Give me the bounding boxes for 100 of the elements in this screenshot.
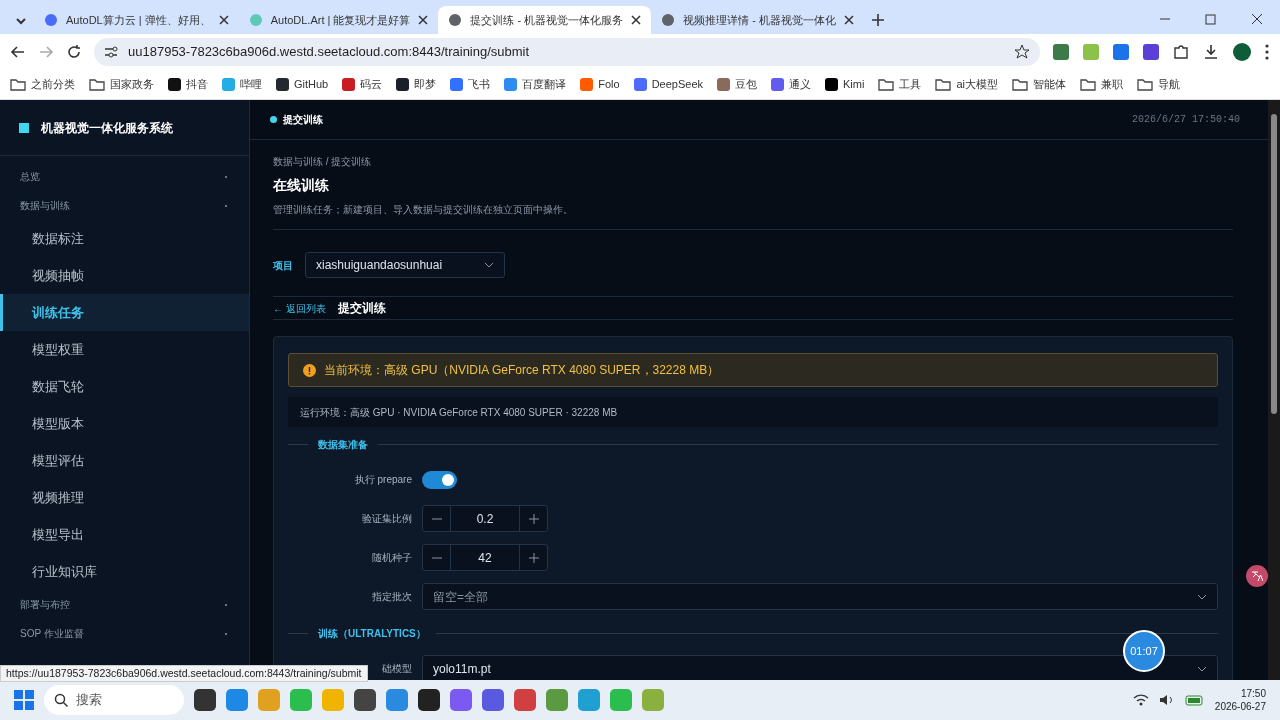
field-label: 指定批次 [371, 590, 412, 604]
close-icon[interactable] [631, 15, 642, 25]
more-icon[interactable] [1264, 43, 1270, 61]
app-icon[interactable] [194, 689, 216, 711]
browser-tab[interactable]: 视频推理详情 - 机器视觉一体化 [651, 6, 864, 34]
browser-tab[interactable]: AutoDL.Art | 能复现才是好算 [238, 6, 439, 34]
bookmark[interactable]: 导航 [1137, 76, 1180, 93]
sidebar-section[interactable]: 部署与布控 [20, 597, 70, 612]
bookmark[interactable]: ai大模型 [935, 76, 998, 93]
bookmark[interactable]: 之前分类 [10, 76, 75, 93]
bookmark[interactable]: DeepSeek [633, 76, 704, 93]
sidebar-section[interactable]: SOP 作业监督 [20, 626, 84, 641]
sidebar-item[interactable]: 训练任务 [0, 294, 249, 331]
close-icon[interactable] [418, 15, 429, 25]
sidebar-section[interactable]: 总览 [20, 169, 40, 184]
close-icon[interactable] [218, 15, 229, 25]
number-stepper[interactable]: 0.2 [422, 505, 548, 532]
download-icon[interactable] [1202, 43, 1220, 61]
bookmark[interactable]: 飞书 [450, 76, 491, 93]
warning-icon [303, 363, 316, 377]
sidebar-item[interactable]: 行业知识库 [0, 553, 249, 590]
bookmark[interactable]: 豆包 [717, 76, 758, 93]
taskbar-search[interactable]: 搜索 [44, 685, 184, 715]
folder-icon [1080, 78, 1096, 91]
battery-icon[interactable] [1184, 694, 1205, 706]
section-title: 训练（ULTRALYTICS） [318, 627, 426, 641]
folder-icon [89, 78, 105, 91]
sidebar-item[interactable]: 模型版本 [0, 405, 249, 442]
plus-icon [528, 514, 539, 525]
bookmark[interactable]: 哔哩 [222, 76, 262, 93]
sidebar-item[interactable]: 数据飞轮 [0, 368, 249, 405]
translate-icon [1251, 570, 1263, 582]
reload-icon[interactable] [66, 44, 82, 60]
field-label: 项目 [273, 258, 293, 273]
number-stepper[interactable]: 42 [422, 544, 548, 571]
sidebar-item[interactable]: 模型导出 [0, 516, 249, 553]
search-icon [54, 693, 68, 707]
bookmark[interactable]: 兼职 [1080, 76, 1123, 93]
bookmark[interactable]: 即梦 [396, 76, 437, 93]
bookmark[interactable]: GitHub [276, 76, 329, 93]
sidebar-item[interactable]: 视频推理 [0, 479, 249, 516]
datetime: 2026/6/27 17:50:40 [1131, 113, 1240, 127]
address-bar[interactable]: uu187953-7823c6ba906d.westd.seetacloud.com:8443/training/submit [94, 38, 1040, 66]
breadcrumb-text: 数据与训练 / 提交训练 [273, 155, 373, 169]
environment-alert: 当前环境：高级 GPU（NVIDIA GeForce RTX 4080 SUPER，32228 MB） [288, 353, 1218, 387]
chevron-down-icon [1197, 665, 1207, 672]
bookmark[interactable]: 智能体 [1012, 76, 1066, 93]
back-link[interactable]: ← 返回列表 [273, 300, 326, 316]
bookmark[interactable]: 国家政务 [89, 76, 154, 93]
bookmark[interactable]: 百度翻译 [504, 76, 567, 93]
scrollbar[interactable] [1268, 100, 1280, 680]
puzzle-icon[interactable] [1172, 43, 1190, 61]
avatar-icon[interactable] [1232, 42, 1252, 62]
sidebar-item[interactable]: 视频抽帧 [0, 257, 249, 294]
close-icon[interactable] [844, 15, 854, 25]
sidebar-item[interactable]: 数据标注 [0, 220, 249, 257]
select-field[interactable]: 留空=全部 [422, 583, 1218, 610]
field-label: 验证集比例 [361, 512, 412, 526]
brand-title: 机器视觉一体化服务系统 [41, 119, 173, 137]
forward-arrow-icon[interactable] [38, 44, 54, 60]
chevron-down-icon [1197, 593, 1207, 600]
bookmark[interactable]: 通义 [771, 76, 812, 93]
field-label: 随机种子 [371, 551, 412, 565]
sidebar-item[interactable]: 模型评估 [0, 442, 249, 479]
sidebar-item[interactable]: 模型权重 [0, 331, 249, 368]
bookmark[interactable]: 码云 [342, 76, 383, 93]
back-arrow-icon[interactable] [10, 44, 26, 60]
bookmark[interactable]: 抖音 [168, 76, 208, 93]
folder-icon [10, 78, 26, 91]
start-icon[interactable] [14, 690, 34, 710]
bookmark[interactable]: 工具 [878, 76, 922, 93]
select-field[interactable]: yolo11m.pt [422, 655, 1218, 680]
app-icon[interactable] [354, 689, 376, 711]
app-icon[interactable] [418, 689, 440, 711]
bookmark[interactable]: Folo [580, 76, 620, 93]
translate-button[interactable] [1246, 565, 1268, 587]
speaker-icon[interactable] [1158, 693, 1175, 707]
star-icon[interactable] [1014, 44, 1030, 60]
browser-tab[interactable]: 提交训练 - 机器视觉一体化服务 [438, 6, 652, 34]
page-title: 提交训练 [283, 113, 323, 127]
environment-info: 运行环境：高级 GPU · NVIDIA GeForce RTX 4080 SUPER · 32228 MB [288, 397, 1218, 427]
wifi-icon[interactable] [1132, 693, 1149, 707]
sidebar-section[interactable]: 数据与训练 [20, 198, 70, 213]
plus-icon [528, 553, 539, 564]
url-text: uu187953-7823c6ba906d.westd.seetacloud.com:8443/training/submit [128, 43, 531, 62]
section-title: 数据集准备 [318, 438, 368, 452]
chevron-down-icon [484, 262, 494, 268]
browser-tab[interactable]: AutoDL算力云 | 弹性、好用、 [34, 6, 239, 34]
folder-icon [1137, 78, 1153, 91]
heading: 在线训练 [273, 176, 330, 195]
field-label: 执行 prepare [353, 473, 412, 487]
site-settings-icon [104, 45, 118, 59]
project-select[interactable]: xiashuiguandaosunhuai [305, 252, 505, 278]
tab-title: 提交训练 [337, 300, 386, 317]
toggle-switch[interactable] [422, 470, 457, 489]
taskbar-clock[interactable]: 17:50 2026-06-27 [1214, 687, 1266, 713]
bookmark[interactable]: Kimi [825, 76, 865, 93]
status-url-tooltip: https://uu187953-7823c6ba906d.westd.seetacloud.com:8443/training/submit [0, 665, 368, 682]
description: 管理训练任务；新建项目、导入数据与提交训练在独立页面中操作。 [273, 203, 574, 217]
status-dot-icon [270, 116, 277, 123]
